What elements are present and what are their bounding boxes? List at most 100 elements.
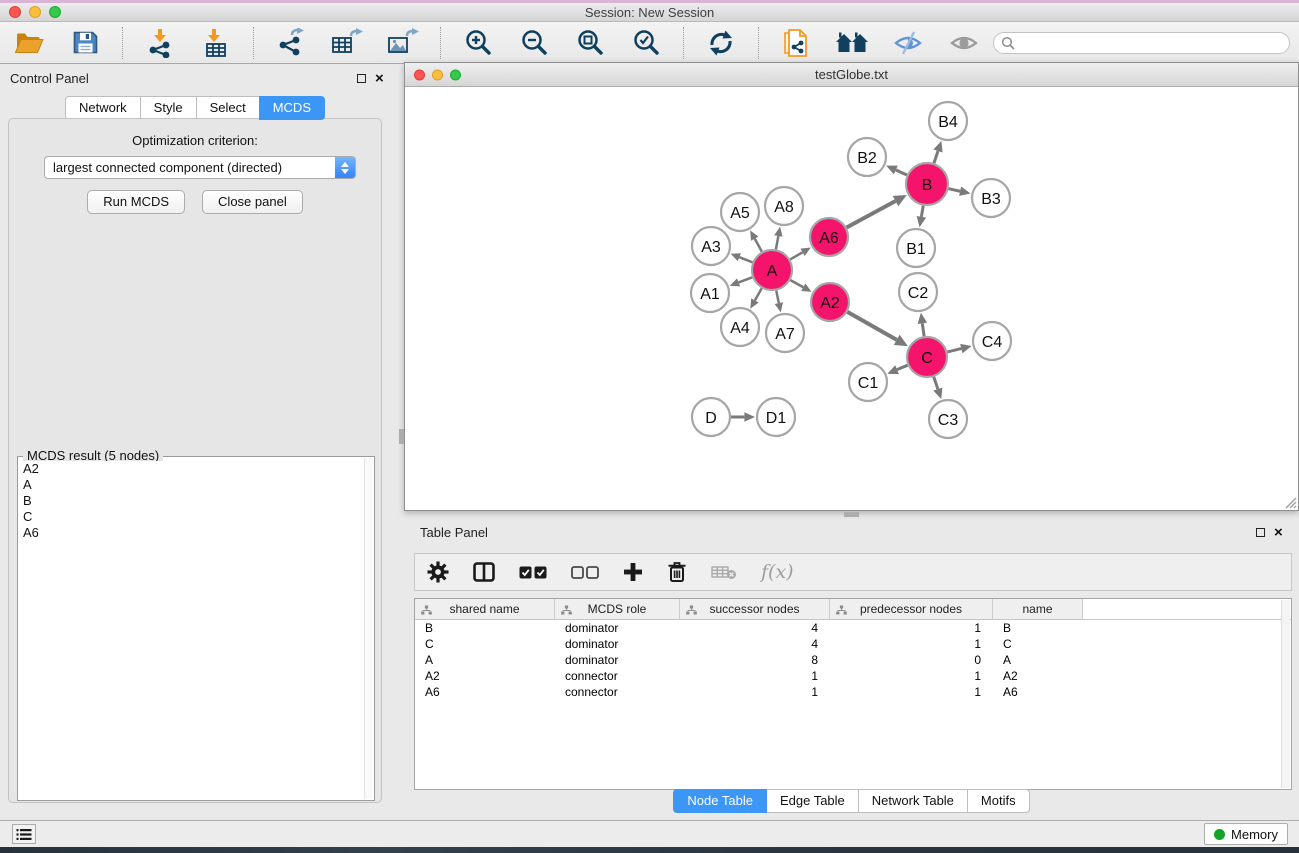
- table-header-row: shared nameMCDS rolesuccessor nodesprede…: [415, 599, 1291, 620]
- network-view-window: testGlobe.txt B4B2BB3A8A5A6A3B1AA1C2A2A4…: [404, 62, 1299, 511]
- edge-A-A4[interactable]: [755, 288, 762, 300]
- edge-B-B1[interactable]: [921, 206, 923, 217]
- search-input[interactable]: [993, 32, 1290, 54]
- zoom-in-icon[interactable]: [461, 26, 495, 60]
- zoom-window-button[interactable]: [450, 69, 461, 80]
- result-item[interactable]: A2: [19, 461, 363, 477]
- delete-column-icon[interactable]: [667, 557, 687, 587]
- edge-arrowhead: [775, 302, 783, 312]
- column-header-shared-name[interactable]: shared name: [415, 599, 555, 619]
- network-graph-canvas[interactable]: B4B2BB3A8A5A6A3B1AA1C2A2A4A7C4CC1C3DD1: [405, 87, 1298, 510]
- edge-A-A1[interactable]: [739, 277, 753, 282]
- save-session-icon[interactable]: [68, 26, 102, 60]
- edge-A-A8[interactable]: [776, 236, 779, 249]
- table-row[interactable]: Adominator80A: [415, 652, 1291, 668]
- edge-C-C1[interactable]: [897, 365, 908, 369]
- close-panel-icon[interactable]: ×: [1274, 527, 1283, 538]
- show-hide-blue-eye-icon[interactable]: [891, 26, 925, 60]
- tab-select[interactable]: Select: [196, 96, 260, 120]
- delete-table-icon[interactable]: [711, 557, 737, 587]
- table-cell: connector: [555, 685, 680, 699]
- zoom-selected-icon[interactable]: [629, 26, 663, 60]
- zoom-window-button[interactable]: [49, 6, 61, 18]
- criterion-dropdown[interactable]: largest connected component (directed): [44, 156, 356, 179]
- zoom-out-icon[interactable]: [517, 26, 551, 60]
- close-panel-button[interactable]: Close panel: [202, 190, 303, 214]
- float-panel-icon[interactable]: [357, 74, 366, 83]
- column-header-MCDS-role[interactable]: MCDS role: [555, 599, 680, 619]
- tab-mcds[interactable]: MCDS: [259, 96, 325, 120]
- table-row[interactable]: A6connector11A6: [415, 684, 1291, 700]
- function-builder-icon[interactable]: f(x): [761, 557, 794, 587]
- edge-B-B4[interactable]: [934, 151, 938, 163]
- table-cell: 1: [830, 621, 993, 635]
- import-network-icon[interactable]: [143, 26, 177, 60]
- clone-network-icon[interactable]: [779, 26, 813, 60]
- window-controls: [9, 6, 61, 18]
- open-session-icon[interactable]: [12, 26, 46, 60]
- table-cell: A: [415, 653, 555, 667]
- run-mcds-button[interactable]: Run MCDS: [87, 190, 185, 214]
- add-column-icon[interactable]: [623, 557, 643, 587]
- node-label-A: A: [767, 263, 778, 280]
- memory-button[interactable]: Memory: [1204, 823, 1288, 845]
- tab-motifs[interactable]: Motifs: [967, 789, 1030, 813]
- edge-A-A2[interactable]: [790, 280, 803, 287]
- control-panel-tabs: NetworkStyleSelectMCDS: [0, 96, 390, 120]
- export-network-icon[interactable]: [274, 26, 308, 60]
- edge-A-A5[interactable]: [755, 239, 762, 252]
- edge-A2-C[interactable]: [847, 312, 896, 340]
- edge-B-B3[interactable]: [948, 189, 960, 192]
- float-panel-icon[interactable]: [1256, 528, 1265, 537]
- tab-network-table[interactable]: Network Table: [858, 789, 968, 813]
- minimize-window-button[interactable]: [432, 69, 443, 80]
- tab-node-table[interactable]: Node Table: [673, 789, 767, 813]
- edge-C-C3[interactable]: [934, 377, 938, 389]
- edge-A-A3[interactable]: [739, 257, 752, 262]
- gray-eye-icon[interactable]: [947, 26, 981, 60]
- result-item[interactable]: A6: [19, 525, 363, 541]
- resize-grip[interactable]: [1283, 495, 1297, 509]
- tab-network[interactable]: Network: [65, 96, 141, 120]
- node-label-B2: B2: [857, 150, 877, 167]
- zoom-fit-icon[interactable]: [573, 26, 607, 60]
- edge-A-A7[interactable]: [776, 291, 779, 304]
- close-panel-icon[interactable]: ×: [375, 73, 384, 84]
- edge-C-C2[interactable]: [922, 323, 924, 336]
- network-window-titlebar[interactable]: testGlobe.txt: [405, 63, 1298, 87]
- import-table-icon[interactable]: [199, 26, 233, 60]
- show-panels-list-button[interactable]: [12, 824, 36, 844]
- edge-B-B2[interactable]: [896, 170, 907, 175]
- column-header-name[interactable]: name: [993, 599, 1083, 619]
- minimize-window-button[interactable]: [29, 6, 41, 18]
- table-body: Bdominator41BCdominator41CAdominator80AA…: [415, 620, 1291, 700]
- deselect-all-icon[interactable]: [571, 557, 599, 587]
- edge-C-C4[interactable]: [947, 349, 961, 352]
- close-window-button[interactable]: [414, 69, 425, 80]
- table-row[interactable]: A2connector11A2: [415, 668, 1291, 684]
- edge-A-A6[interactable]: [790, 252, 802, 259]
- network-vertical-scroll-thumb[interactable]: [399, 429, 404, 444]
- column-header-successor-nodes[interactable]: successor nodes: [680, 599, 830, 619]
- export-image-icon[interactable]: [386, 26, 420, 60]
- table-row[interactable]: Cdominator41C: [415, 636, 1291, 652]
- refresh-icon[interactable]: [704, 26, 738, 60]
- table-settings-gear-icon[interactable]: [427, 557, 449, 587]
- tab-edge-table[interactable]: Edge Table: [766, 789, 859, 813]
- tab-style[interactable]: Style: [140, 96, 197, 120]
- result-item[interactable]: B: [19, 493, 363, 509]
- network-horizontal-scroll-thumb[interactable]: [844, 512, 859, 517]
- table-row[interactable]: Bdominator41B: [415, 620, 1291, 636]
- select-all-icon[interactable]: [519, 557, 547, 587]
- column-header-predecessor-nodes[interactable]: predecessor nodes: [830, 599, 993, 619]
- column-visibility-icon[interactable]: [473, 557, 495, 587]
- export-table-icon[interactable]: [330, 26, 364, 60]
- result-item[interactable]: C: [19, 509, 363, 525]
- table-scrollbar[interactable]: [1281, 600, 1290, 788]
- edge-A6-B[interactable]: [847, 201, 896, 227]
- node-label-A6: A6: [819, 230, 839, 247]
- result-item[interactable]: A: [19, 477, 363, 493]
- close-window-button[interactable]: [9, 6, 21, 18]
- result-scrollbar[interactable]: [364, 458, 373, 799]
- home-views-icon[interactable]: [835, 26, 869, 60]
